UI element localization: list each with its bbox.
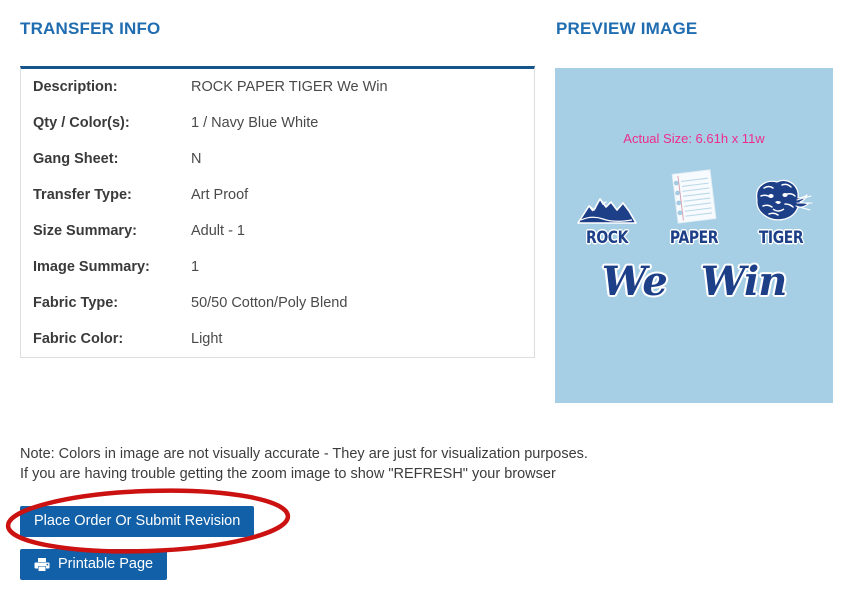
transfer-info-table: Description: ROCK PAPER TIGER We Win Qty… xyxy=(20,66,535,358)
row-value: 1 / Navy Blue White xyxy=(191,115,319,131)
table-row: Qty / Color(s): 1 / Navy Blue White xyxy=(21,105,534,141)
printable-page-button[interactable]: Printable Page xyxy=(20,549,168,580)
mountain-icon xyxy=(565,168,649,224)
row-value: Art Proof xyxy=(191,187,249,203)
row-value: 1 xyxy=(191,259,200,275)
artwork-word: TIGER xyxy=(759,228,804,248)
note-line-2: If you are having trouble getting the zo… xyxy=(20,466,556,482)
script-words-row: We Win xyxy=(555,258,833,305)
preview-image-heading: PREVIEW IMAGE xyxy=(556,19,698,38)
table-row: Fabric Color: Light xyxy=(21,321,534,357)
note-line-1: Note: Colors in image are not visually a… xyxy=(20,446,588,462)
artwork-item-rock: ROCK xyxy=(565,168,649,248)
row-value: Light xyxy=(191,331,223,347)
actual-size-label: Actual Size: 6.61h x 11w xyxy=(623,131,765,146)
disclaimer-note: Note: Colors in image are not visually a… xyxy=(20,444,588,484)
row-label: Fabric Color: xyxy=(33,331,124,347)
table-row: Gang Sheet: N xyxy=(21,141,534,177)
row-label: Size Summary: xyxy=(33,223,137,239)
table-row: Image Summary: 1 xyxy=(21,249,534,285)
notebook-paper-icon xyxy=(652,168,736,224)
script-word-win: Win xyxy=(700,258,787,305)
artwork-word: ROCK xyxy=(585,228,628,248)
artwork-item-paper: PAPER xyxy=(652,168,736,248)
table-row: Description: ROCK PAPER TIGER We Win xyxy=(21,69,534,105)
row-value: Adult - 1 xyxy=(191,223,245,239)
printer-icon xyxy=(34,557,50,572)
transfer-info-heading: TRANSFER INFO xyxy=(20,19,161,38)
row-label: Image Summary: xyxy=(33,259,150,275)
row-value: N xyxy=(191,151,202,167)
table-row: Fabric Type: 50/50 Cotton/Poly Blend xyxy=(21,285,534,321)
row-label: Qty / Color(s): xyxy=(33,115,130,131)
row-label: Fabric Type: xyxy=(33,295,119,311)
artwork-item-tiger: TIGER xyxy=(739,168,823,248)
artwork-word: PAPER xyxy=(669,228,719,248)
row-value: ROCK PAPER TIGER We Win xyxy=(191,79,388,95)
script-word-we: We xyxy=(601,258,668,305)
row-label: Transfer Type: xyxy=(33,187,132,203)
row-label: Gang Sheet: xyxy=(33,151,119,167)
row-label: Description: xyxy=(33,79,118,95)
row-value: 50/50 Cotton/Poly Blend xyxy=(191,295,348,311)
table-row: Transfer Type: Art Proof xyxy=(21,177,534,213)
tiger-head-icon xyxy=(739,168,823,224)
table-row: Size Summary: Adult - 1 xyxy=(21,213,534,249)
artwork-icon-row: ROCK PAPER TIGER xyxy=(555,168,833,248)
place-order-button[interactable]: Place Order Or Submit Revision xyxy=(20,506,255,537)
printable-page-label: Printable Page xyxy=(58,556,154,573)
preview-image-canvas[interactable]: Actual Size: 6.61h x 11w ROCK PAPER TIGE… xyxy=(555,68,833,403)
